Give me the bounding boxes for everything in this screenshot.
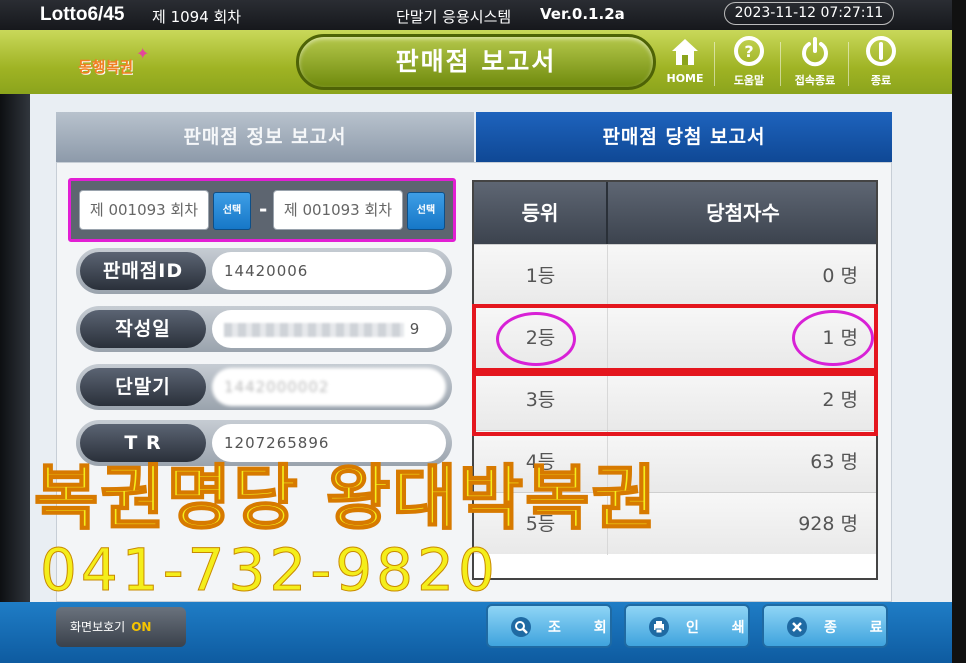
table-header: 등위 당첨자수 (474, 182, 876, 244)
terminal-value: 1442000002 (212, 368, 446, 406)
report-tabs: 판매점 정보 보고서 판매점 당첨 보고서 (56, 112, 892, 162)
exit-button[interactable]: 종료 (854, 36, 908, 90)
exit-icon (866, 36, 896, 66)
print-label: 인 쇄 (686, 620, 759, 636)
datetime-display: 2023-11-12 07:27:11 (724, 2, 894, 25)
close-label: 종 료 (824, 620, 897, 636)
lotto-terminal-screen: Lotto6/45 제 1094 회차 단말기 응용시스템 Ver.0.1.2a… (0, 0, 966, 663)
bottom-toolbar: 화면보호기 ON 조 회 인 쇄 종 료 (0, 602, 966, 663)
page-title: 판매점 보고서 (296, 34, 656, 90)
screen-bezel-left (0, 30, 30, 663)
current-round: 제 1094 회차 (152, 8, 242, 26)
range-separator: - (259, 197, 268, 221)
header-divider (780, 42, 781, 86)
print-icon (649, 617, 669, 637)
header-bar: 동행복권 ✦ 판매점 보고서 HOME ? 도움말 접속종료 종료 (0, 30, 966, 94)
power-icon (802, 37, 828, 67)
created-date-label: 작성일 (80, 310, 206, 348)
logo-sparkle-icon: ✦ (136, 44, 150, 63)
store-id-label: 판매점ID (80, 252, 206, 290)
round-from-field[interactable]: 제 001093 회차 (79, 190, 209, 230)
table-row: 1등 0 명 (474, 244, 876, 307)
phone-number-overlay: 041-732-9820 (40, 536, 499, 605)
help-button[interactable]: ? 도움말 (722, 36, 776, 90)
highlight-box-3rd (472, 372, 878, 436)
store-name-overlay: 복권명당 왕대박복권 (33, 456, 658, 540)
column-header-rank: 등위 (474, 182, 608, 244)
screensaver-toggle[interactable]: 화면보호기 ON (56, 607, 186, 647)
round-range-selector: 제 001093 회차 선택 - 제 001093 회차 선택 (68, 178, 456, 242)
home-icon (672, 39, 698, 65)
logo: 동행복권 ✦ (78, 44, 160, 86)
store-id-value: 14420006 (212, 252, 446, 290)
system-name: 단말기 응용시스템 (396, 8, 512, 26)
header-divider (714, 42, 715, 86)
rank-cell: 1등 (474, 245, 608, 307)
print-button[interactable]: 인 쇄 (624, 604, 750, 648)
page-title-text: 판매점 보고서 (395, 47, 557, 76)
created-date-row: 작성일 9 (76, 306, 452, 352)
header-divider (848, 42, 849, 86)
game-name: Lotto6/45 (40, 4, 125, 25)
round-to-field[interactable]: 제 001093 회차 (273, 190, 403, 230)
home-label: HOME (666, 72, 704, 85)
help-label: 도움말 (733, 74, 765, 87)
close-icon (787, 617, 807, 637)
query-label: 조 회 (548, 620, 621, 636)
blurred-date (224, 322, 404, 337)
tab-store-winning-report[interactable]: 판매점 당첨 보고서 (476, 112, 892, 162)
home-button[interactable]: HOME (658, 36, 712, 90)
highlight-circle-count (792, 310, 874, 366)
query-button[interactable]: 조 회 (486, 604, 612, 648)
svg-text:?: ? (744, 42, 753, 61)
close-button[interactable]: 종 료 (762, 604, 888, 648)
round-from-select-button[interactable]: 선택 (213, 192, 251, 230)
round-to-select-button[interactable]: 선택 (407, 192, 445, 230)
screensaver-label: 화면보호기 (70, 620, 126, 634)
screensaver-state: ON (131, 620, 152, 634)
disconnect-button[interactable]: 접속종료 (788, 36, 842, 90)
terminal-label: 단말기 (80, 368, 206, 406)
column-header-winner-count: 당첨자수 (706, 201, 780, 225)
exit-label: 종료 (870, 74, 892, 87)
help-icon: ? (734, 36, 764, 66)
disconnect-label: 접속종료 (794, 74, 836, 87)
search-icon (511, 617, 531, 637)
logo-text: 동행복권 (78, 59, 134, 76)
created-date-field: 9 (212, 310, 446, 348)
screen-bezel-right (952, 0, 966, 663)
status-bar: Lotto6/45 제 1094 회차 단말기 응용시스템 Ver.0.1.2a… (0, 0, 966, 30)
tab-store-info-report[interactable]: 판매점 정보 보고서 (56, 112, 474, 162)
created-date-value: 9 (409, 320, 421, 338)
terminal-row: 단말기 1442000002 (76, 364, 452, 410)
store-id-row: 판매점ID 14420006 (76, 248, 452, 294)
highlight-circle-rank (496, 312, 576, 366)
count-cell: 0 명 (822, 265, 858, 287)
version-label: Ver.0.1.2a (540, 5, 625, 23)
